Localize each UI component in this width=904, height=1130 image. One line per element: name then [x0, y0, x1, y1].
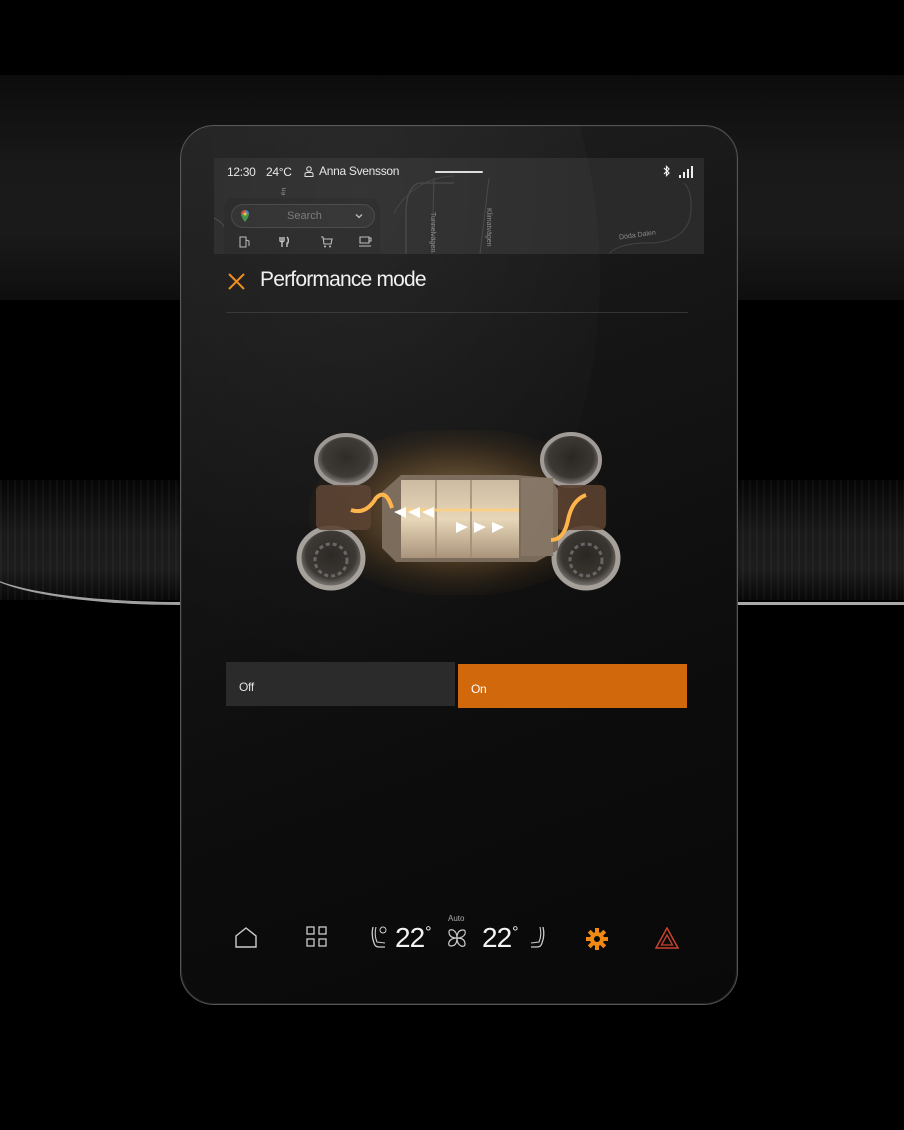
option-label: On	[471, 682, 487, 696]
hazard-button[interactable]	[654, 926, 680, 954]
drag-handle[interactable]	[435, 171, 483, 173]
chevron-down-icon[interactable]	[354, 211, 364, 221]
close-icon	[228, 273, 245, 290]
hazard-warning-icon	[654, 926, 680, 949]
passenger-seat-heat-button[interactable]	[526, 925, 546, 956]
home-button[interactable]	[234, 926, 258, 953]
wheel-front-left	[314, 433, 378, 487]
ev-chassis-illustration	[296, 430, 621, 595]
bluetooth-icon	[663, 165, 671, 180]
settings-gear-icon	[586, 928, 608, 950]
search-placeholder: Search	[287, 210, 322, 222]
wheel-rear-left	[296, 525, 366, 591]
option-label: Off	[239, 680, 254, 694]
user-icon	[304, 165, 314, 177]
passenger-temperature[interactable]: 22°	[482, 922, 519, 954]
front-motor	[316, 485, 371, 530]
wheel-rear-right	[551, 525, 621, 591]
map-preview[interactable]: 12:30 24°C Anna Svensson en Tunnelvägen …	[214, 158, 704, 254]
user-profile[interactable]: Anna Svensson	[304, 164, 399, 178]
map-search-input[interactable]: Search	[231, 204, 375, 228]
fan-icon	[448, 929, 466, 947]
fuel-station-icon[interactable]	[239, 236, 251, 251]
rear-motor	[556, 485, 606, 530]
home-icon	[235, 927, 257, 948]
battery-pack	[401, 480, 519, 558]
header-divider	[226, 312, 688, 313]
restaurant-icon[interactable]	[278, 236, 290, 251]
signal-icon	[679, 166, 693, 181]
passenger-seat-heat-icon	[530, 926, 545, 948]
driver-temperature[interactable]: 22°	[395, 922, 432, 954]
map-search-panel: Search	[224, 198, 380, 254]
maps-pin-icon	[241, 210, 249, 222]
fan-mode-label: Auto	[448, 914, 465, 923]
user-name: Anna Svensson	[319, 164, 400, 178]
performance-on-option[interactable]: On	[458, 664, 687, 708]
power-electronics	[521, 478, 553, 556]
fan-button[interactable]	[446, 927, 468, 954]
climate-bar: 22° Auto 22°	[214, 910, 704, 970]
street-label: en	[279, 187, 289, 196]
driver-seat-heat-icon	[371, 926, 387, 948]
close-button[interactable]	[226, 270, 248, 292]
status-bar: 12:30 24°C Anna Svensson	[214, 158, 704, 186]
performance-off-option[interactable]: Off	[226, 662, 455, 706]
settings-button[interactable]	[586, 928, 608, 955]
street-label: Klimatvägen	[485, 208, 492, 247]
driver-seat-heat-button[interactable]	[370, 925, 390, 956]
clock: 12:30	[227, 165, 256, 179]
page-title: Performance mode	[260, 268, 427, 291]
chrome-trim-right	[736, 602, 904, 605]
apps-button[interactable]	[306, 926, 328, 953]
outside-temperature: 24°C	[266, 165, 292, 179]
shopping-cart-icon[interactable]	[320, 236, 333, 251]
cafe-icon[interactable]	[359, 236, 372, 251]
apps-grid-icon	[306, 926, 327, 947]
street-label: Tunnelvägen	[429, 212, 436, 253]
